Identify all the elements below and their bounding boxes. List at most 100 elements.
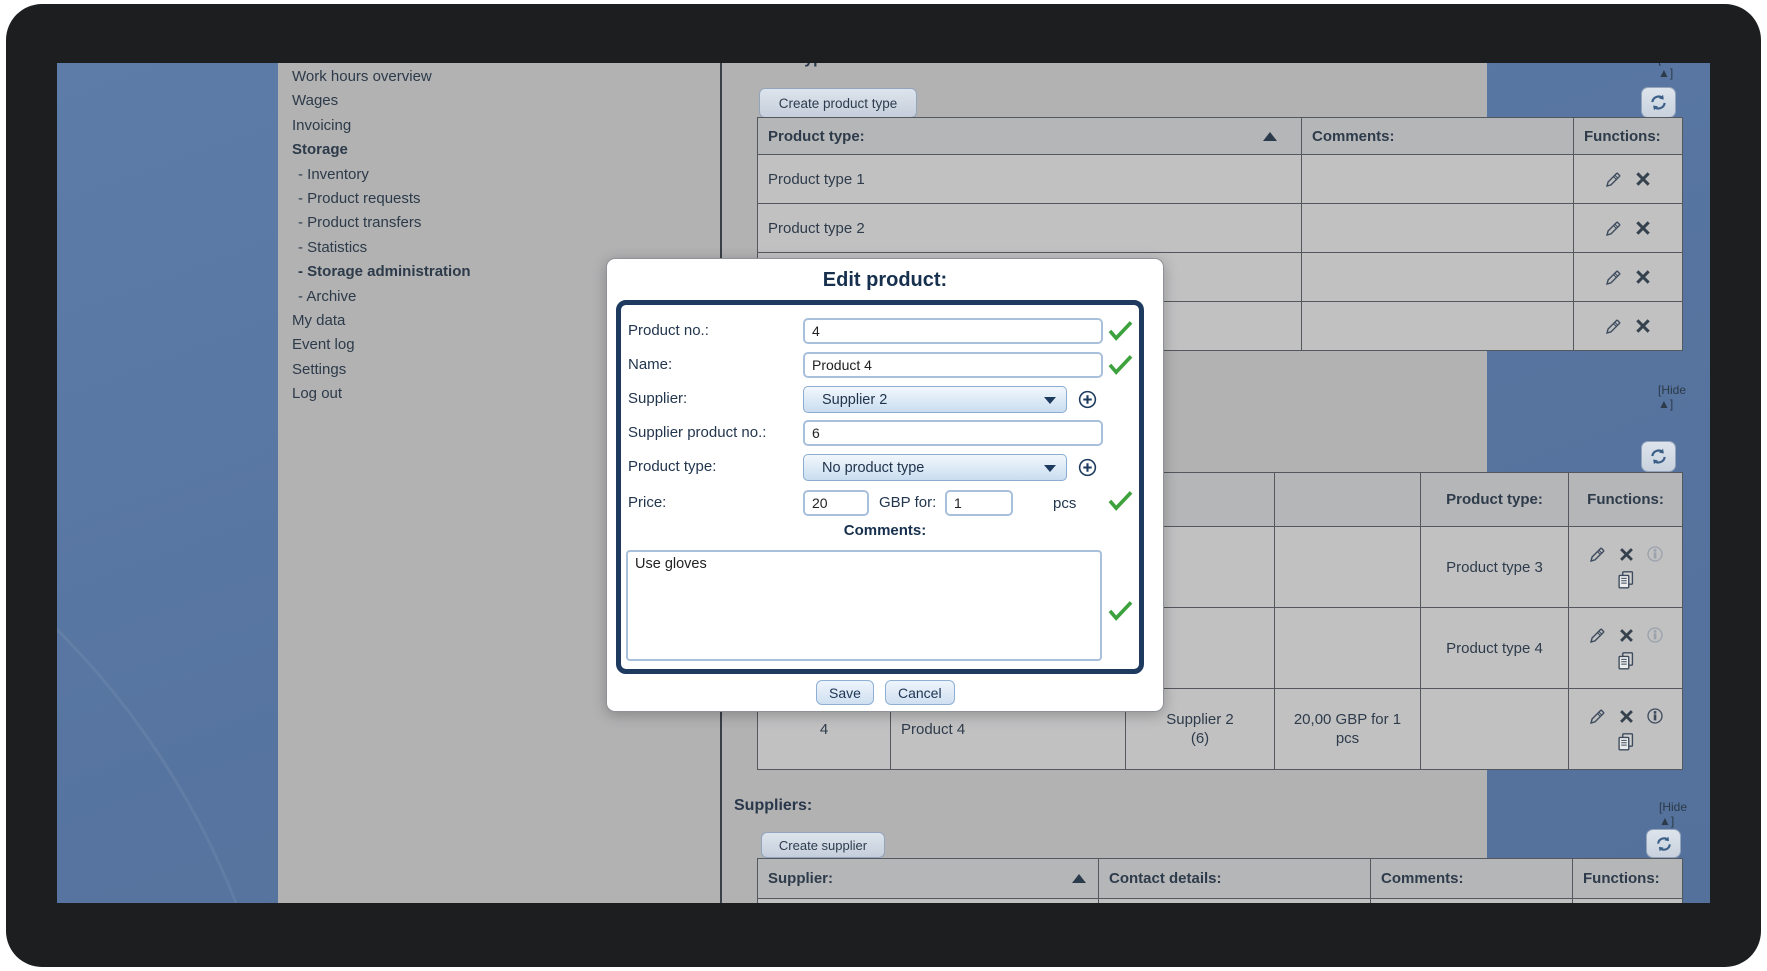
edit-icon[interactable] (1587, 625, 1608, 646)
column-header-product-type[interactable]: Product type: (1421, 473, 1569, 526)
column-header-contact-details[interactable]: Contact details: (1099, 859, 1371, 898)
column-header-product-type[interactable]: Product type: (758, 118, 1302, 154)
product-types-refresh-button[interactable] (1641, 87, 1676, 118)
delete-icon[interactable] (1617, 545, 1636, 564)
sidebar-item-storage-administration[interactable]: - Storage administration (292, 260, 492, 284)
screenshot-stage: Work hours overview Wages Invoicing Stor… (0, 0, 1767, 971)
supplier-line: Supplier 2 (1166, 710, 1234, 729)
table-row (758, 899, 1682, 903)
product-type-select-value: No product type (822, 460, 924, 476)
price-cell (1275, 527, 1421, 607)
copy-icon[interactable] (1615, 650, 1637, 672)
column-header-price[interactable] (1275, 473, 1421, 526)
column-header-functions: Functions: (1573, 859, 1682, 898)
copy-icon[interactable] (1615, 731, 1637, 753)
comments-cell (1302, 253, 1574, 301)
products-hide-link[interactable]: [Hide ▲] (1658, 383, 1686, 411)
price-line: pcs (1336, 729, 1359, 748)
product-type-label: Product type: (628, 458, 716, 475)
delete-icon[interactable] (1633, 218, 1653, 238)
suppliers-hide-link[interactable]: [Hide ▲] (1659, 800, 1687, 828)
comments-textarea[interactable]: Use gloves (626, 550, 1102, 661)
valid-check-icon (1107, 353, 1134, 376)
products-refresh-button[interactable] (1641, 441, 1676, 472)
add-product-type-button[interactable] (1077, 457, 1098, 478)
price-per-input[interactable] (945, 490, 1013, 516)
sidebar-item-archive[interactable]: - Archive (292, 285, 492, 309)
supplier-label: Supplier: (628, 390, 687, 407)
sidebar-item-work-hours-overview[interactable]: Work hours overview (292, 65, 492, 89)
sidebar-item-product-transfers[interactable]: - Product transfers (292, 211, 492, 235)
sort-asc-icon (1263, 132, 1277, 141)
valid-check-icon (1107, 599, 1134, 622)
edit-icon[interactable] (1587, 544, 1608, 565)
cancel-button[interactable]: Cancel (885, 680, 955, 705)
contact-details-cell (1099, 899, 1371, 903)
price-cell (1275, 608, 1421, 688)
sidebar-item-statistics[interactable]: - Statistics (292, 236, 492, 260)
sidebar-item-event-log[interactable]: Event log (292, 333, 492, 357)
chevron-down-icon (1044, 465, 1056, 472)
sidebar-item-invoicing[interactable]: Invoicing (292, 114, 492, 138)
sidebar-item-log-out[interactable]: Log out (292, 382, 492, 406)
product-no-label: Product no.: (628, 322, 709, 339)
table-row: Product type 1 (758, 155, 1682, 204)
create-product-type-button[interactable]: Create product type (759, 88, 917, 118)
desktop-decor-curve (57, 393, 293, 903)
currency-label: GBP for: (879, 494, 936, 511)
supplier-product-no-input[interactable] (803, 420, 1103, 446)
sidebar-item-product-requests[interactable]: - Product requests (292, 187, 492, 211)
functions-cell (1569, 608, 1682, 688)
product-types-header-row: Product type: Comments: Functions: (758, 118, 1682, 155)
comments-cell (1302, 204, 1574, 252)
product-type-select[interactable]: No product type (803, 454, 1067, 481)
copy-icon[interactable] (1615, 569, 1637, 591)
supplier-product-no-label: Supplier product no.: (628, 424, 766, 441)
edit-icon[interactable] (1603, 218, 1624, 239)
delete-icon[interactable] (1617, 707, 1636, 726)
valid-check-icon (1107, 489, 1134, 512)
product-types-hide-link[interactable]: [Hide ▲] (1658, 63, 1686, 80)
price-line: 20,00 GBP for 1 (1294, 710, 1401, 729)
name-label: Name: (628, 356, 672, 373)
edit-icon[interactable] (1603, 169, 1624, 190)
delete-icon[interactable] (1633, 169, 1653, 189)
column-header-supplier[interactable]: Supplier: (758, 859, 1099, 898)
add-supplier-button[interactable] (1077, 389, 1098, 410)
refresh-icon (1648, 446, 1669, 467)
refresh-icon (1648, 92, 1669, 113)
info-icon[interactable] (1645, 706, 1665, 726)
sidebar-item-settings[interactable]: Settings (292, 358, 492, 382)
comments-label: Comments: (607, 522, 1163, 539)
product-no-input[interactable] (803, 318, 1103, 344)
functions-cell (1573, 899, 1682, 903)
supplier-select-value: Supplier 2 (822, 392, 887, 408)
edit-icon[interactable] (1603, 316, 1624, 337)
functions-cell (1574, 204, 1682, 252)
suppliers-heading: Suppliers: (734, 797, 812, 815)
sidebar-item-storage[interactable]: Storage (292, 138, 492, 162)
sidebar-item-my-data[interactable]: My data (292, 309, 492, 333)
column-header-comments[interactable]: Comments: (1302, 118, 1574, 154)
sidebar-item-inventory[interactable]: - Inventory (292, 163, 492, 187)
delete-icon[interactable] (1633, 267, 1653, 287)
save-button[interactable]: Save (816, 680, 874, 705)
supplier-cell (758, 899, 1099, 903)
name-input[interactable] (803, 352, 1103, 378)
sidebar-item-wages[interactable]: Wages (292, 89, 492, 113)
comments-cell (1302, 155, 1574, 203)
edit-icon[interactable] (1603, 267, 1624, 288)
delete-icon[interactable] (1617, 626, 1636, 645)
price-input[interactable] (803, 490, 869, 516)
screen: Work hours overview Wages Invoicing Stor… (57, 63, 1710, 903)
suppliers-refresh-button[interactable] (1646, 829, 1681, 858)
column-header-label: Product type: (768, 128, 865, 145)
supplier-select[interactable]: Supplier 2 (803, 386, 1067, 413)
table-row: Product type 2 (758, 204, 1682, 253)
refresh-icon (1654, 834, 1674, 854)
column-header-comments[interactable]: Comments: (1371, 859, 1573, 898)
edit-icon[interactable] (1587, 706, 1608, 727)
create-supplier-button[interactable]: Create supplier (761, 832, 885, 858)
delete-icon[interactable] (1633, 316, 1653, 336)
functions-cell (1569, 689, 1682, 769)
